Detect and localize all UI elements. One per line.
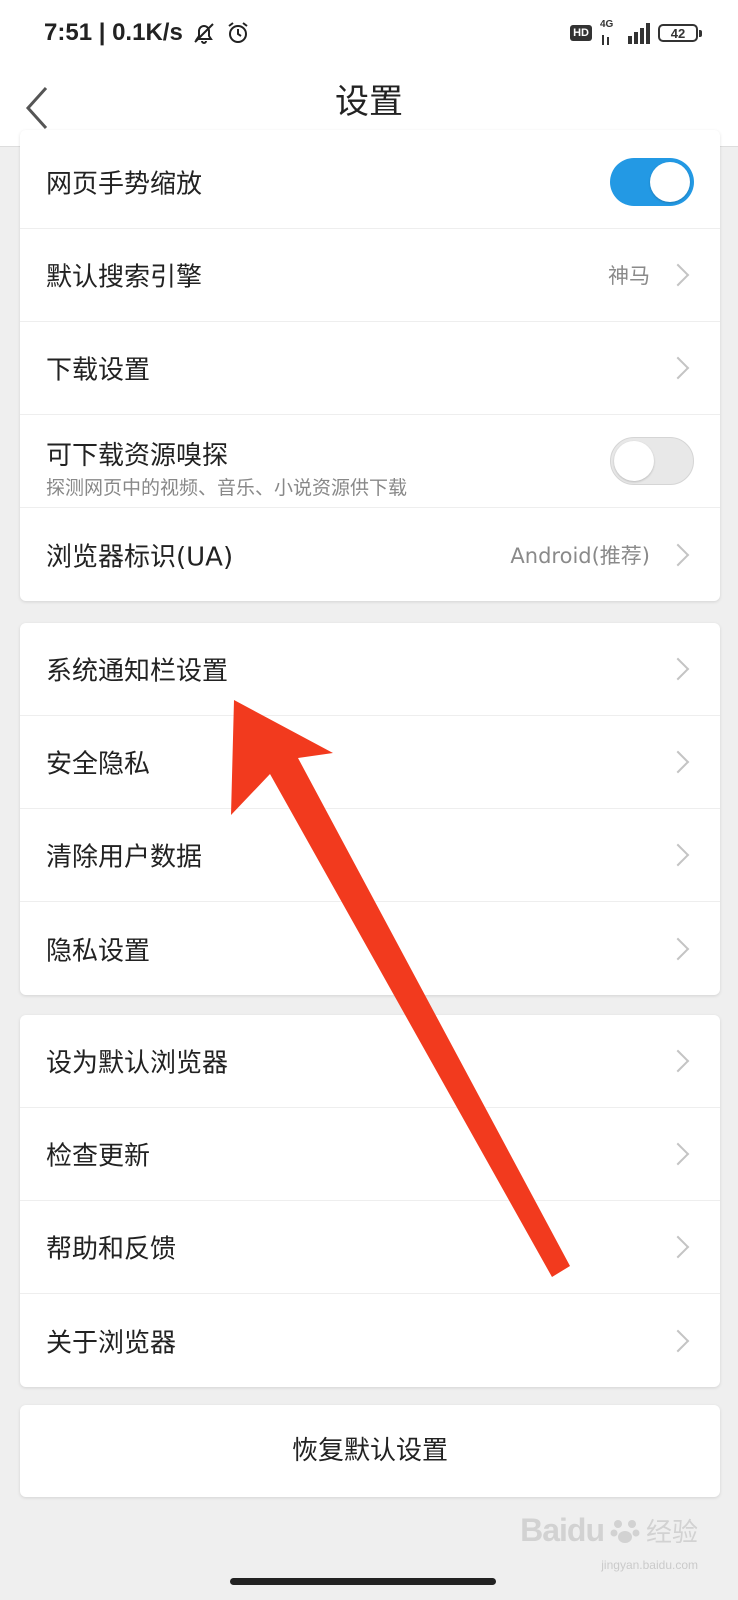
signal-bars-icon [628, 22, 650, 44]
settings-group-privacy: 系统通知栏设置 安全隐私 清除用户数据 隐私设置 [20, 623, 720, 995]
setting-resource-sniff[interactable]: 可下载资源嗅探 探测网页中的视频、音乐、小说资源供下载 [20, 415, 720, 508]
setting-label: 检查更新 [46, 1141, 151, 1172]
reset-card: 恢复默认设置 [20, 1405, 720, 1497]
baidu-watermark: Baidu 经验 [520, 1512, 698, 1549]
chevron-right-icon [666, 1142, 690, 1166]
setting-check-update[interactable]: 检查更新 [20, 1108, 720, 1201]
chevron-right-icon [666, 937, 690, 960]
home-indicator[interactable] [230, 1578, 496, 1585]
setting-label: 关于浏览器 [46, 1328, 177, 1358]
status-left: 7:51 | 0.1K/s [44, 16, 251, 50]
chevron-right-icon [666, 1049, 690, 1073]
setting-search-engine[interactable]: 默认搜索引擎 神马 [20, 229, 720, 322]
setting-value: 神马 [608, 264, 650, 288]
setting-label: 默认搜索引擎 [46, 262, 203, 293]
setting-label: 可下载资源嗅探 [46, 441, 229, 471]
setting-notification-bar[interactable]: 系统通知栏设置 [20, 623, 720, 716]
setting-about-browser[interactable]: 关于浏览器 [20, 1294, 720, 1387]
setting-download[interactable]: 下载设置 [20, 322, 720, 415]
setting-label: 设为默认浏览器 [46, 1048, 229, 1079]
chevron-right-icon [666, 543, 690, 566]
chevron-right-icon [666, 750, 690, 774]
setting-help-feedback[interactable]: 帮助和反馈 [20, 1201, 720, 1294]
setting-label: 下载设置 [46, 355, 151, 386]
chevron-right-icon [666, 1329, 690, 1352]
chevron-right-icon [666, 1235, 690, 1259]
setting-label: 网页手势缩放 [46, 169, 203, 200]
setting-default-browser[interactable]: 设为默认浏览器 [20, 1015, 720, 1108]
settings-group-about: 设为默认浏览器 检查更新 帮助和反馈 关于浏览器 [20, 1015, 720, 1387]
network-label: 4G [600, 19, 614, 30]
chevron-right-icon [666, 657, 690, 681]
setting-label: 系统通知栏设置 [46, 656, 229, 687]
setting-label: 隐私设置 [46, 936, 151, 966]
chevron-right-icon [666, 356, 690, 380]
watermark-cn: 经验 [645, 1518, 698, 1548]
setting-user-agent[interactable]: 浏览器标识(UA) Android(推荐) [20, 508, 720, 601]
setting-clear-user-data[interactable]: 清除用户数据 [20, 809, 720, 902]
chevron-left-icon [25, 86, 48, 130]
reset-defaults-button[interactable]: 恢复默认设置 [20, 1405, 720, 1497]
gesture-zoom-toggle[interactable] [610, 158, 694, 206]
setting-label: 清除用户数据 [46, 842, 203, 873]
watermark-brand: Baidu [520, 1512, 605, 1548]
status-right: HD 4G 42 [570, 18, 702, 48]
paw-icon [610, 1519, 640, 1543]
status-time-speed: 7:51 | 0.1K/s [44, 19, 183, 46]
watermark-url: jingyan.baidu.com [601, 1558, 698, 1572]
alarm-clock-icon [228, 22, 248, 43]
setting-gesture-zoom[interactable]: 网页手势缩放 [20, 136, 720, 229]
battery-level: 42 [670, 25, 686, 41]
back-button[interactable] [16, 76, 76, 136]
setting-value: Android(推荐) [510, 543, 650, 568]
network-type: 4G [600, 19, 620, 47]
mute-bell-icon [194, 23, 214, 44]
hd-badge: HD [570, 25, 592, 41]
resource-sniff-toggle[interactable] [610, 437, 694, 485]
chevron-right-icon [666, 843, 690, 867]
setting-privacy[interactable]: 隐私设置 [20, 902, 720, 995]
chevron-right-icon [666, 263, 690, 287]
setting-label: 浏览器标识(UA) [46, 542, 234, 572]
settings-group-browsing: 网页手势缩放 默认搜索引擎 神马 下载设置 可下载资源嗅探 探测网页中的视频、音… [20, 130, 720, 601]
setting-security-privacy[interactable]: 安全隐私 [20, 716, 720, 809]
setting-sublabel: 探测网页中的视频、音乐、小说资源供下载 [46, 477, 408, 499]
setting-label: 帮助和反馈 [46, 1234, 177, 1265]
status-bar: 7:51 | 0.1K/s HD 4G 42 [0, 0, 738, 66]
battery-icon: 42 [658, 24, 702, 42]
setting-label: 安全隐私 [46, 749, 151, 780]
